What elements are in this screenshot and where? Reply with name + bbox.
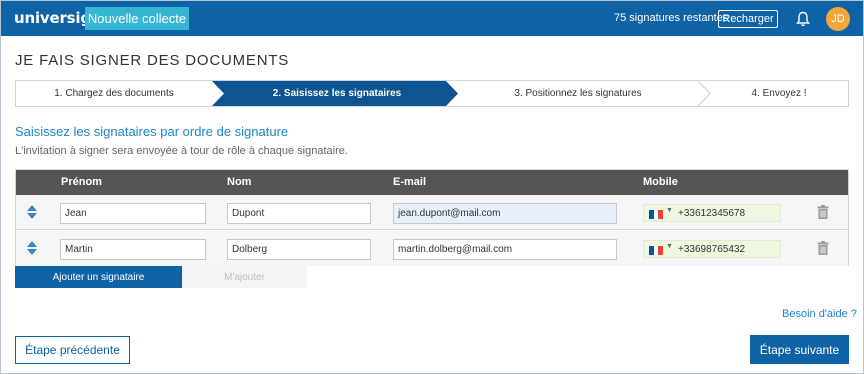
table-row: Jean Dupont jean.dupont@mail.com ▼ +3361…	[16, 195, 848, 230]
last-name-input[interactable]: Dupont	[227, 203, 371, 224]
step-divider	[697, 81, 711, 106]
reorder-handle-icon[interactable]	[26, 205, 38, 219]
chevron-down-icon[interactable]: ▼	[666, 207, 673, 214]
section-hint: L'invitation à signer sera envoyée à tou…	[15, 145, 348, 157]
table-header: Prénom Nom E-mail Mobile	[16, 170, 848, 195]
step-2-label[interactable]: 2. Saisissez les signataires	[221, 81, 453, 106]
chevron-down-icon[interactable]: ▼	[666, 243, 673, 250]
email-input[interactable]: martin.dolberg@mail.com	[393, 239, 617, 260]
add-signer-button[interactable]: Ajouter un signataire	[15, 266, 182, 288]
column-email: E-mail	[393, 176, 427, 188]
page-title: JE FAIS SIGNER DES DOCUMENTS	[15, 52, 290, 69]
section-subtitle: Saisissez les signataires par ordre de s…	[15, 124, 289, 139]
mobile-field[interactable]: ▼ +33698765432	[643, 240, 781, 258]
france-flag-icon[interactable]	[649, 210, 664, 219]
column-mobile: Mobile	[643, 176, 678, 188]
bell-icon[interactable]	[796, 11, 810, 27]
column-last-name: Nom	[227, 176, 252, 188]
signers-table: Prénom Nom E-mail Mobile Jean Dupont jea…	[15, 169, 849, 266]
last-name-input[interactable]: Dolberg	[227, 239, 371, 260]
mobile-field[interactable]: ▼ +33612345678	[643, 204, 781, 222]
email-input[interactable]: jean.dupont@mail.com	[393, 203, 617, 224]
reorder-handle-icon[interactable]	[26, 241, 38, 255]
mobile-number[interactable]: +33612345678	[678, 208, 745, 219]
trash-icon[interactable]	[817, 205, 829, 219]
step-3-label[interactable]: 3. Positionnez les signatures	[458, 81, 698, 106]
step-4-label[interactable]: 4. Envoyez !	[710, 81, 848, 106]
mobile-number[interactable]: +33698765432	[678, 244, 745, 255]
next-step-button[interactable]: Étape suivante	[750, 335, 849, 364]
table-row: Martin Dolberg martin.dolberg@mail.com ▼…	[16, 231, 848, 266]
progress-stepper: 1. Chargez des documents 2. Saisissez le…	[15, 80, 849, 107]
help-link[interactable]: Besoin d'aide ?	[782, 308, 857, 320]
user-avatar[interactable]: JD	[826, 7, 850, 31]
add-me-button[interactable]: M'ajouter	[182, 266, 307, 288]
first-name-input[interactable]: Martin	[60, 239, 206, 260]
first-name-input[interactable]: Jean	[60, 203, 206, 224]
signatures-remaining-text: 75 signatures restantes	[614, 12, 729, 24]
trash-icon[interactable]	[817, 241, 829, 255]
new-collection-button[interactable]: Nouvelle collecte	[85, 7, 189, 30]
france-flag-icon[interactable]	[649, 246, 664, 255]
recharge-button[interactable]: Recharger	[718, 10, 778, 28]
previous-step-button[interactable]: Étape précédente	[15, 336, 130, 364]
step-1-label[interactable]: 1. Chargez des documents	[16, 81, 212, 106]
column-first-name: Prénom	[61, 176, 102, 188]
top-navigation-bar: universign Nouvelle collecte 75 signatur…	[1, 1, 863, 36]
